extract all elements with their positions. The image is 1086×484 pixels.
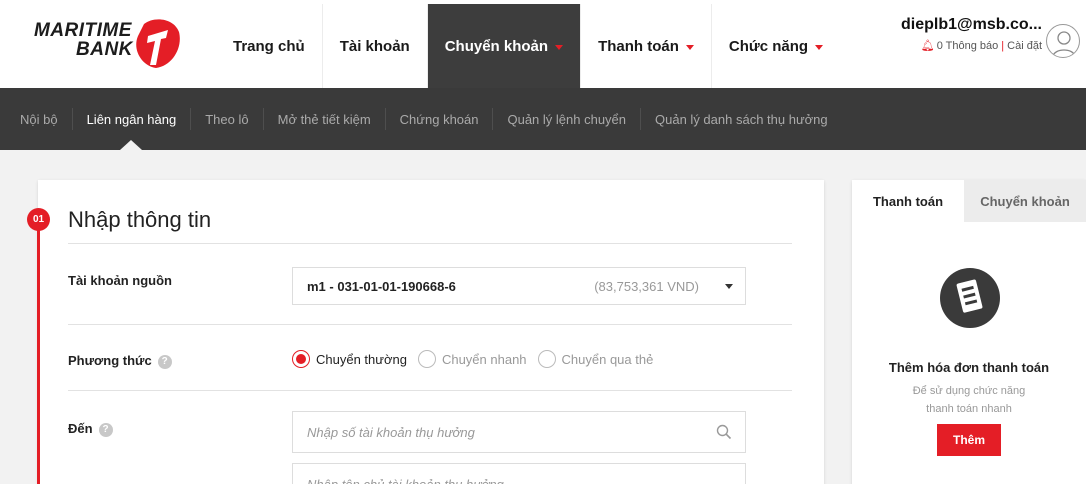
divider [68,390,792,391]
secondary-navigation: Nội bộ Liên ngân hàng Theo lô Mở thẻ tiế… [0,88,1086,150]
caret-down-icon [555,44,564,50]
method-label-text: Phương thức [68,353,152,368]
radio-normal-transfer[interactable]: Chuyển thường [292,350,407,368]
radio-fast-label: Chuyển nhanh [441,351,527,367]
panel-desc-line2: thanh toán nhanh [926,403,1012,415]
avatar[interactable] [1046,24,1080,58]
link-separator: | [1001,40,1005,52]
main-navigation: Trang chủ Tài khoản Chuyển khoản Thanh t… [216,4,840,88]
beneficiary-account-input[interactable] [292,411,746,453]
panel-description: Để sử dụng chức năng thanh toán nhanh [852,382,1086,418]
nav-accounts-label: Tài khoản [339,37,410,55]
to-label-text: Đến [68,421,93,436]
nav-functions-label: Chức năng [728,37,809,55]
add-bill-button[interactable]: Thêm [937,424,1001,456]
radio-button[interactable] [417,350,436,368]
subnav-securities[interactable]: Chứng khoán [384,108,493,130]
subnav-batch-label: Theo lô [205,111,249,127]
caret-down-icon [815,44,824,50]
tab-payment[interactable]: Thanh toán [852,180,964,222]
user-avatar-icon [1052,31,1076,57]
dropdown-arrow-icon [725,284,733,289]
user-links: 🔔︎ 0 Thông báo | Cài đặt [901,39,1042,52]
subnav-internal-label: Nội bộ [20,111,58,127]
to-label: Đến? [68,421,113,437]
radio-normal-label: Chuyển thường [316,351,407,367]
notifications-link[interactable]: 0 Thông báo [937,40,999,52]
source-account-select[interactable]: m1 - 031-01-01-190668-6 (83,753,361 VND) [292,267,746,305]
subnav-batch[interactable]: Theo lô [190,108,262,130]
radio-fast-transfer[interactable]: Chuyển nhanh [417,350,527,368]
subnav-transfer-orders-label: Quản lý lệnh chuyển [507,111,627,127]
divider [68,243,792,244]
subnav-savings-label: Mở thẻ tiết kiệm [277,111,371,127]
subnav-beneficiaries-label: Quản lý danh sách thụ hưởng [655,111,828,127]
radio-card-label: Chuyển qua thẻ [561,351,654,367]
panel-tabs: Thanh toán Chuyển khoản [852,180,1086,222]
help-icon[interactable]: ? [98,423,113,437]
search-icon[interactable] [716,424,732,440]
panel-title: Thêm hóa đơn thanh toán [888,360,1050,375]
user-email[interactable]: dieplb1@msb.co... [901,16,1042,34]
method-label: Phương thức? [68,353,172,369]
method-radio-group: Chuyển thường Chuyển nhanh Chuyển qua th… [292,350,664,368]
subnav-securities-label: Chứng khoán [399,111,479,127]
tab-transfer[interactable]: Chuyển khoản [964,180,1086,222]
divider [68,324,792,325]
subnav-savings[interactable]: Mở thẻ tiết kiệm [262,108,385,130]
section-title: Nhập thông tin [68,207,212,232]
maritime-bank-logo[interactable]: MARITIME BANK [34,18,184,70]
panel-desc-line1: Để sử dụng chức năng [912,385,1026,397]
nav-home[interactable]: Trang chủ [216,4,322,88]
subnav-transfer-orders[interactable]: Quản lý lệnh chuyển [492,108,640,130]
top-header: MARITIME BANK Trang chủ Tài khoản Chuyển… [0,0,1086,88]
bill-document-icon [940,268,1000,328]
nav-payment[interactable]: Thanh toán [580,4,711,88]
subnav-beneficiaries[interactable]: Quản lý danh sách thụ hưởng [640,108,842,130]
nav-payment-label: Thanh toán [598,37,679,55]
source-account-value: m1 - 031-01-01-190668-6 [307,279,456,294]
radio-button[interactable] [537,350,556,368]
nav-functions[interactable]: Chức năng [710,4,840,88]
radio-card-transfer[interactable]: Chuyển qua thẻ [537,350,654,368]
nav-transfer[interactable]: Chuyển khoản [426,4,581,88]
logo-text-line2: BANK [76,39,133,60]
source-account-balance: (83,753,361 VND) [594,279,699,294]
bell-icon: 🔔︎ [920,40,935,52]
step-progress-line [37,220,40,484]
source-account-label: Tài khoản nguồn [68,273,172,288]
user-info: dieplb1@msb.co... 🔔︎ 0 Thông báo | Cài đặt [901,16,1042,52]
beneficiary-name-input[interactable] [292,463,746,484]
nav-home-label: Trang chủ [233,37,305,55]
settings-link[interactable]: Cài đặt [1007,40,1042,52]
step-badge: 01 [27,208,50,231]
nav-transfer-label: Chuyển khoản [444,37,549,55]
subnav-internal[interactable]: Nội bộ [0,108,72,130]
nav-accounts[interactable]: Tài khoản [321,4,427,88]
logo-emblem-icon [136,19,180,68]
help-icon[interactable]: ? [157,355,172,369]
caret-down-icon [685,44,694,50]
subnav-interbank[interactable]: Liên ngân hàng [71,108,191,150]
radio-button[interactable] [292,350,310,368]
subnav-interbank-label: Liên ngân hàng [86,111,177,127]
